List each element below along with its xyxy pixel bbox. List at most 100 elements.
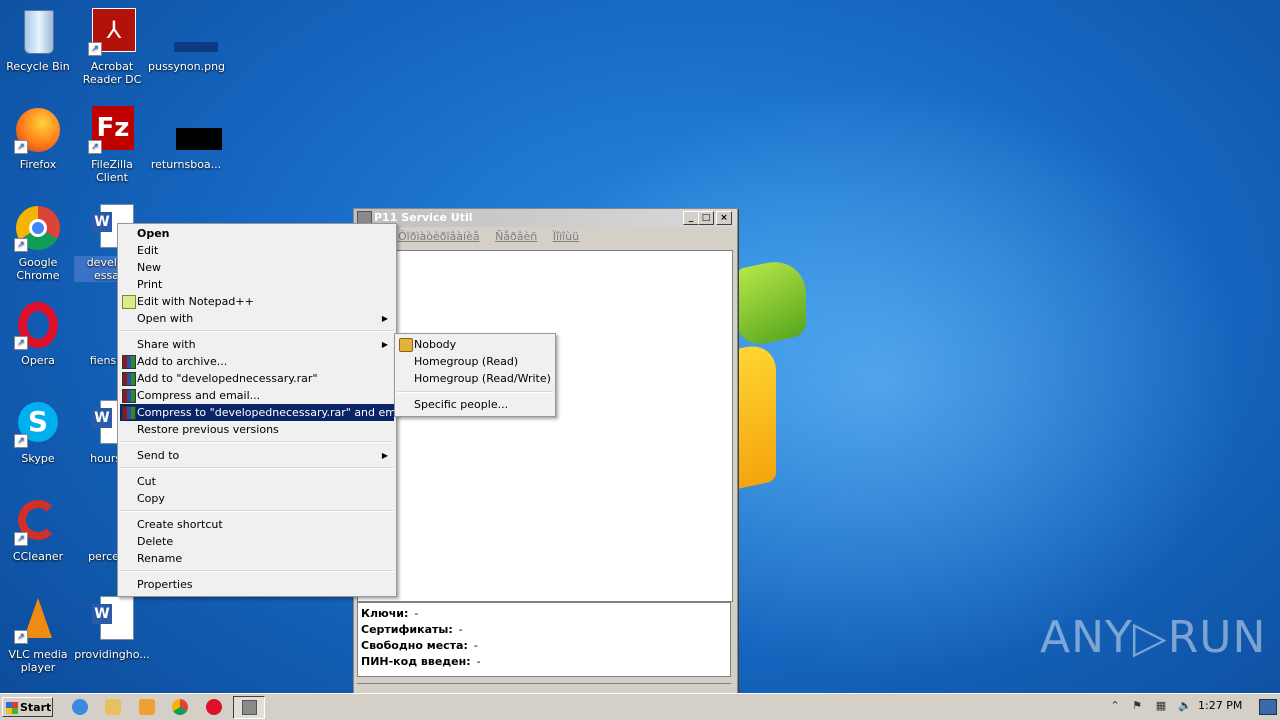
menu-separator [120, 467, 394, 469]
system-tray: ⌃ ⚑ ▦ 🔈 [1104, 696, 1277, 717]
taskbar: Start ⌃ ⚑ ▦ 🔈 1:27 PM [0, 693, 1280, 720]
menu-help[interactable]: Ïîìîùü [553, 230, 579, 243]
skype-icon: S ↗ [14, 400, 62, 448]
menu-item-edit-notepadpp[interactable]: Edit with Notepad++ [120, 293, 394, 310]
menu-service[interactable]: Ñåðâèñ [495, 230, 537, 243]
menu-item-send-to[interactable]: Send to ▶ [120, 447, 394, 464]
menu-item-compress-email[interactable]: Compress and email... [120, 387, 394, 404]
start-button[interactable]: Start [2, 697, 53, 717]
recycle-bin-icon [14, 8, 62, 56]
window-titlebar[interactable]: P11 Service Util _ □ × [354, 209, 737, 227]
submenu-arrow-icon: ▶ [381, 340, 388, 349]
menu-item-print[interactable]: Print [120, 276, 394, 293]
desktop-icon-vlc[interactable]: ↗ VLC media player [0, 596, 76, 674]
tray-expand-icon[interactable]: ⌃ [1108, 699, 1122, 713]
internet-explorer-icon[interactable] [72, 699, 88, 715]
menu-separator [120, 570, 394, 572]
winrar-icon [122, 355, 136, 369]
anyrun-watermark: ANY▷RUN [1040, 612, 1267, 663]
desktop-icon-opera[interactable]: ↗ Opera [0, 302, 76, 367]
shortcut-arrow-icon: ↗ [14, 532, 28, 546]
shortcut-arrow-icon: ↗ [14, 434, 28, 448]
context-menu: Open Edit New Print Edit with Notepad++ … [117, 223, 409, 597]
share-item-nobody[interactable]: Nobody [397, 336, 553, 353]
shortcut-arrow-icon: ↗ [88, 42, 102, 56]
media-player-icon[interactable] [139, 699, 155, 715]
windows-flag-icon [6, 702, 18, 714]
p11-service-util-window[interactable]: P11 Service Util _ □ × Ôîðìàòèðîâàíèå Ñå… [353, 208, 738, 693]
chrome-icon: ↗ [14, 204, 62, 252]
menu-item-new[interactable]: New [120, 259, 394, 276]
submenu-arrow-icon: ▶ [381, 314, 388, 323]
desktop-icon-recycle-bin[interactable]: Recycle Bin [0, 8, 76, 73]
desktop-icon-pussynon[interactable]: pussynon.png [148, 8, 225, 73]
share-item-specific-people[interactable]: Specific people... [397, 396, 553, 413]
token-info-panel: Ключи: - Сертификаты: - Свободно места: - П… [357, 602, 731, 677]
menu-item-rename[interactable]: Rename [120, 550, 394, 567]
taskbar-p11-service-util[interactable] [233, 696, 265, 719]
desktop-icon-filezilla[interactable]: Fz ↗ FileZilla Client [74, 106, 150, 184]
shortcut-arrow-icon: ↗ [14, 238, 28, 252]
menu-separator [397, 391, 553, 393]
ccleaner-icon: ↗ [14, 498, 62, 546]
menu-format[interactable]: Ôîðìàòèðîâàíèå [398, 230, 480, 243]
info-keys: Ключи: - [361, 607, 419, 620]
desktop-icon-skype[interactable]: S ↗ Skype [0, 400, 76, 465]
menu-item-add-to-archive[interactable]: Add to archive... [120, 353, 394, 370]
shortcut-arrow-icon: ↗ [14, 336, 28, 350]
window-menubar: Ôîðìàòèðîâàíèå Ñåðâèñ Ïîìîùü [354, 227, 737, 247]
menu-item-share-with[interactable]: Share with ▶ [120, 336, 394, 353]
menu-item-open[interactable]: Open [120, 225, 394, 242]
opera-icon: ↗ [14, 302, 62, 350]
token-list-area[interactable] [357, 250, 733, 602]
desktop-icon-providingho[interactable]: W providingho... [74, 596, 150, 661]
info-pin-entered: ПИН-код введен: - [361, 655, 481, 668]
vlc-icon: ↗ [14, 596, 62, 644]
menu-item-edit[interactable]: Edit [120, 242, 394, 259]
menu-separator [120, 330, 394, 332]
maximize-button[interactable]: □ [698, 211, 714, 225]
volume-icon[interactable]: 🔈 [1178, 699, 1192, 713]
menu-item-open-with[interactable]: Open with ▶ [120, 310, 394, 327]
share-with-submenu: Nobody Homegroup (Read) Homegroup (Read/… [394, 333, 556, 417]
chrome-taskbar-icon[interactable] [172, 699, 188, 715]
desktop-icon-acrobat[interactable]: ⅄ ↗ Acrobat Reader DC [74, 8, 150, 86]
submenu-arrow-icon: ▶ [381, 451, 388, 460]
menu-item-delete[interactable]: Delete [120, 533, 394, 550]
firefox-icon: ↗ [14, 106, 62, 154]
info-certificates: Сертификаты: - [361, 623, 463, 636]
lock-icon [399, 338, 413, 352]
close-button[interactable]: × [716, 211, 732, 225]
filezilla-icon: Fz ↗ [88, 106, 136, 154]
desktop-icon-firefox[interactable]: ↗ Firefox [0, 106, 76, 171]
windows-logo-yellow [736, 340, 776, 490]
shortcut-arrow-icon: ↗ [14, 630, 28, 644]
desktop-icon-ccleaner[interactable]: ↗ CCleaner [0, 498, 76, 563]
shortcut-arrow-icon: ↗ [88, 140, 102, 154]
desktop[interactable]: Recycle Bin ↗ Firefox ↗ Google Chrome ↗ … [0, 0, 1280, 693]
menu-item-create-shortcut[interactable]: Create shortcut [120, 516, 394, 533]
app-icon [242, 700, 257, 715]
show-desktop-icon[interactable] [1259, 699, 1277, 715]
winrar-icon [122, 372, 136, 386]
menu-item-cut[interactable]: Cut [120, 473, 394, 490]
menu-item-restore-previous[interactable]: Restore previous versions [120, 421, 394, 438]
explorer-folder-icon[interactable] [105, 699, 121, 715]
winrar-icon [122, 389, 136, 403]
image-file-icon [162, 8, 218, 56]
action-center-flag-icon[interactable]: ⚑ [1130, 699, 1144, 713]
minimize-button[interactable]: _ [683, 211, 699, 225]
desktop-icon-returnsboa[interactable]: returnsboa... [148, 106, 224, 171]
menu-item-copy[interactable]: Copy [120, 490, 394, 507]
share-item-homegroup-readwrite[interactable]: Homegroup (Read/Write) [397, 370, 553, 387]
menu-item-add-to-rar[interactable]: Add to "developednecessary.rar" [120, 370, 394, 387]
network-icon[interactable]: ▦ [1154, 699, 1168, 713]
share-item-homegroup-read[interactable]: Homegroup (Read) [397, 353, 553, 370]
menu-item-properties[interactable]: Properties [120, 576, 394, 593]
info-free-space: Свободно места: - [361, 639, 478, 652]
opera-taskbar-icon[interactable] [206, 699, 222, 715]
desktop-icon-google-chrome[interactable]: ↗ Google Chrome [0, 204, 76, 282]
clock[interactable]: 1:27 PM [1198, 699, 1242, 712]
image-file-icon [162, 106, 222, 154]
menu-item-compress-to-rar-email[interactable]: Compress to "developednecessary.rar" and… [120, 404, 409, 421]
